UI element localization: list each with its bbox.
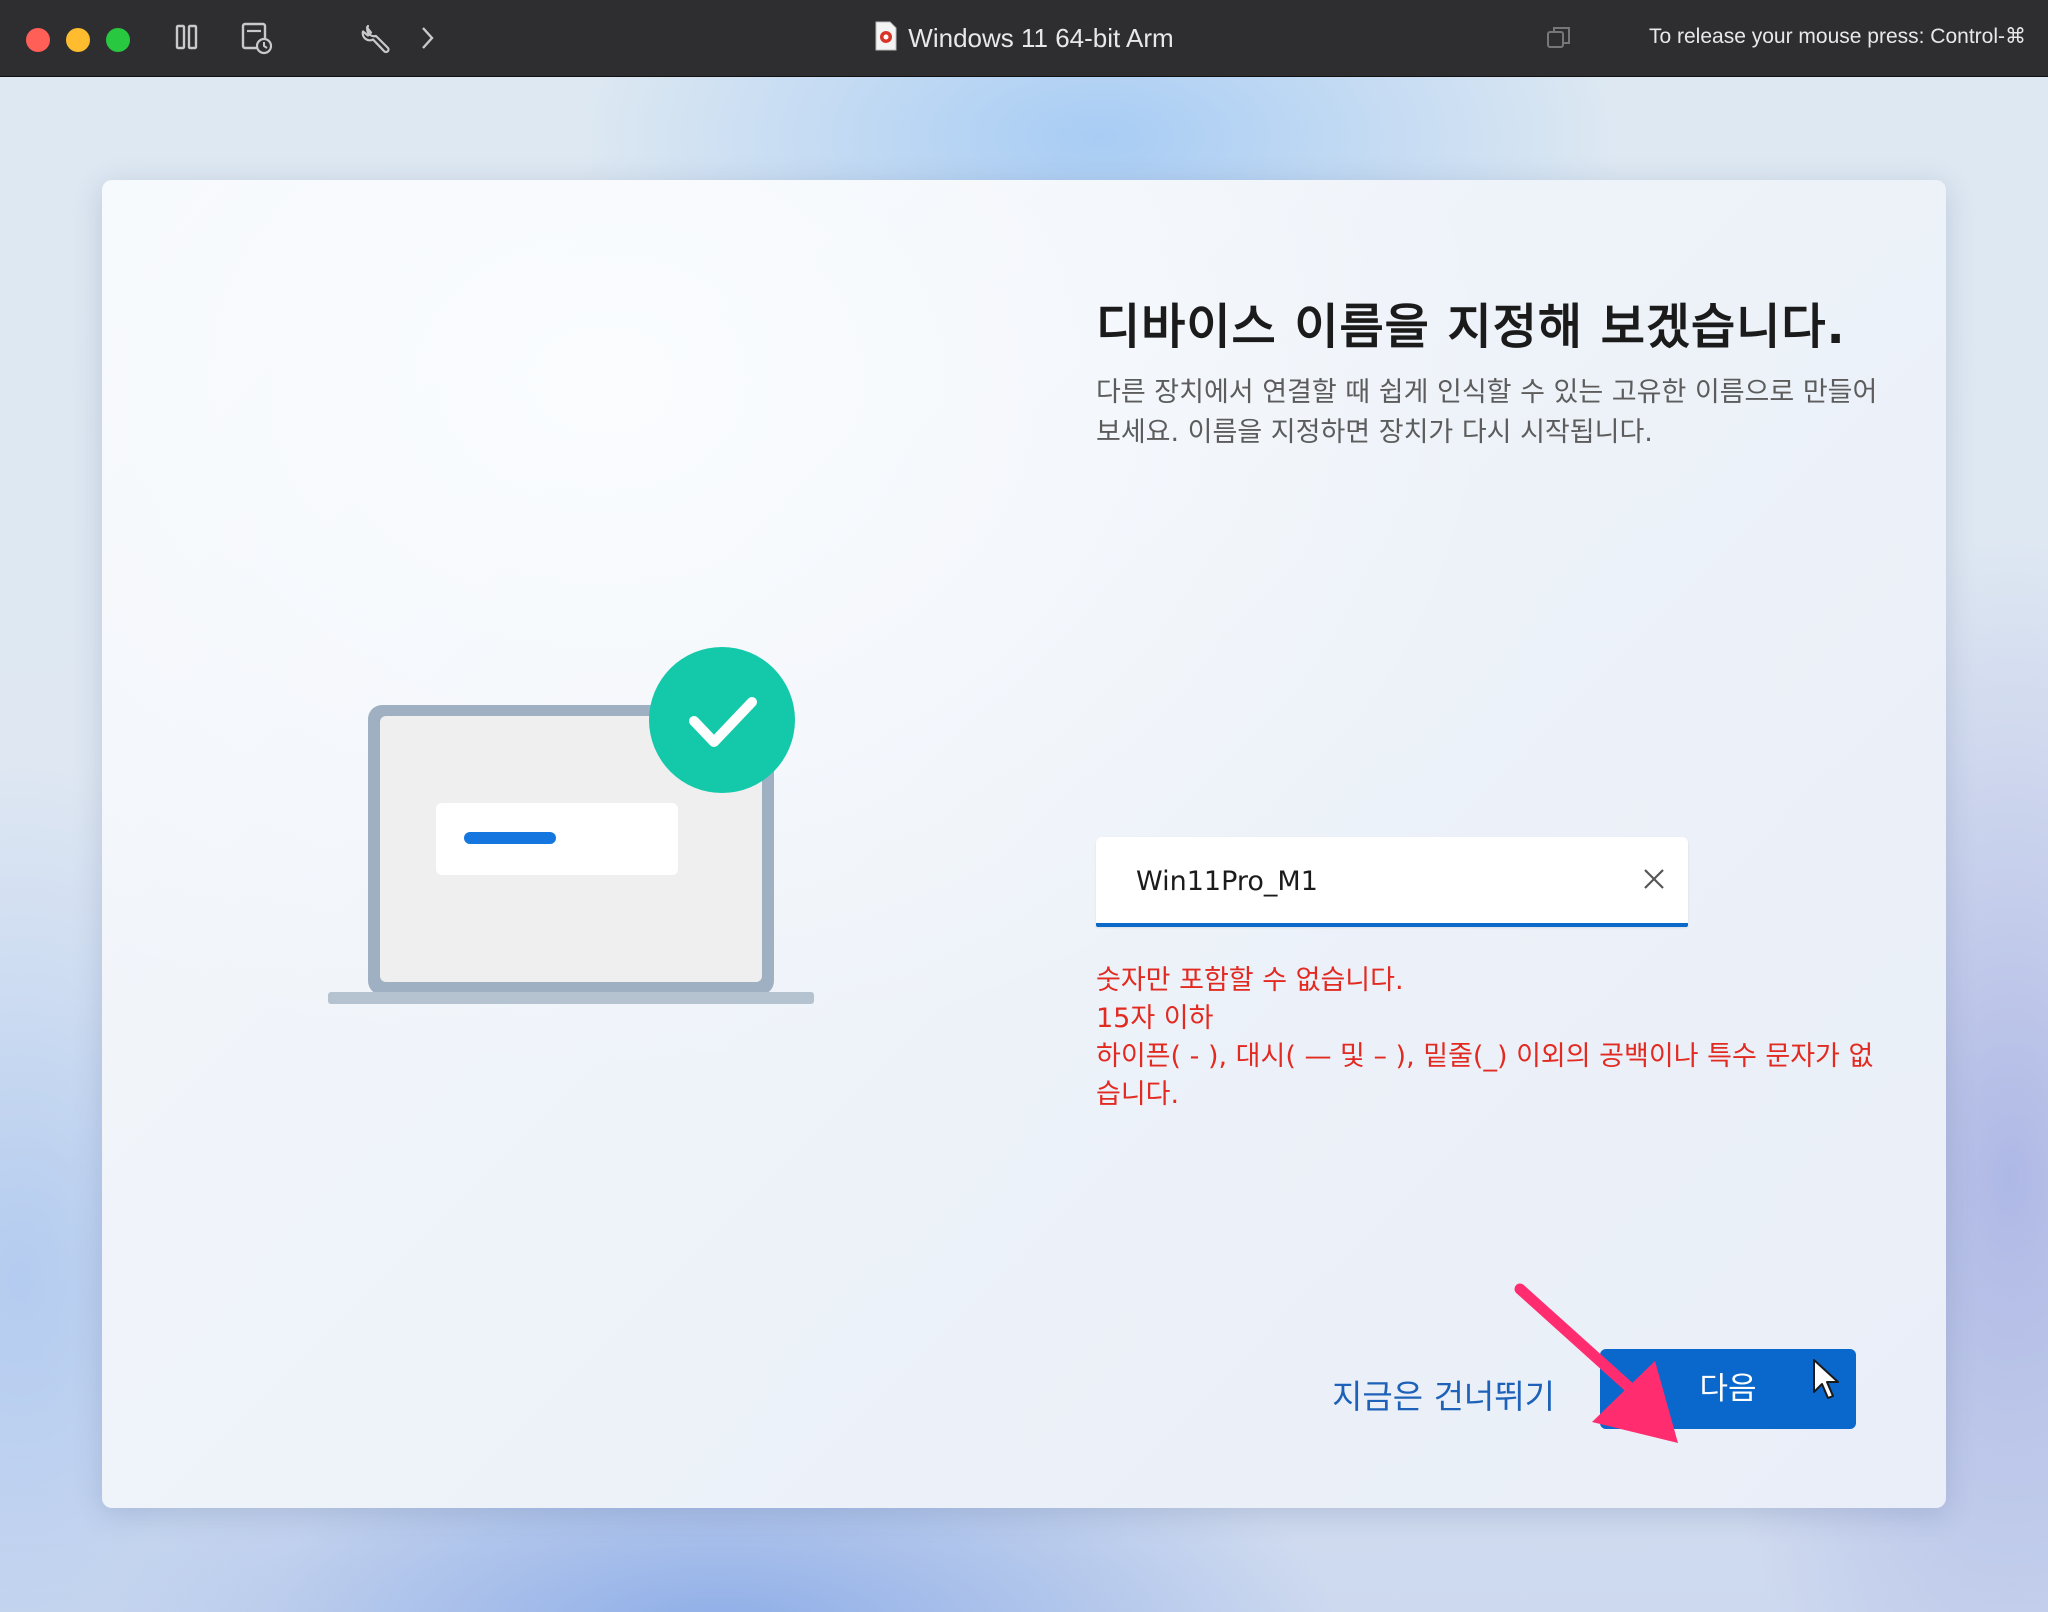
clear-input-icon[interactable] <box>1638 863 1670 895</box>
vm-desktop: 디바이스 이름을 지정해 보겠습니다. 다른 장치에서 연결할 때 쉽게 인식할… <box>0 77 2048 1612</box>
mouse-cursor-icon <box>1813 1359 1839 1399</box>
laptop-illustration <box>328 647 814 1004</box>
window-titlebar: Windows 11 64-bit Arm To release your mo… <box>0 0 2048 77</box>
page-title: 디바이스 이름을 지정해 보겠습니다. <box>1096 299 1846 355</box>
device-name-field[interactable] <box>1096 837 1688 927</box>
error-message: 숫자만 포함할 수 없습니다. <box>1096 965 1404 996</box>
device-name-input[interactable] <box>1136 861 1616 901</box>
page-description: 다른 장치에서 연결할 때 쉽게 인식할 수 있는 고유한 이름으로 만들어 보… <box>1096 377 1878 448</box>
error-message: 15자 이하 <box>1096 1003 1214 1034</box>
window-restore-icon[interactable] <box>1545 24 1573 52</box>
vm-document-icon <box>875 21 897 51</box>
validation-errors: 숫자만 포함할 수 없습니다. 15자 이하 하이픈( - ), 대시( — 및… <box>1096 962 1886 1114</box>
window-title-text: Windows 11 64-bit Arm <box>908 23 1174 53</box>
mouse-release-hint: To release your mouse press: Control-⌘ <box>1649 25 2026 48</box>
check-badge-icon <box>649 647 795 793</box>
error-message: 하이픈( - ), 대시( — 및 – ), 밑줄(_) 이외의 공백이나 특수… <box>1096 1041 1874 1110</box>
annotation-arrow-icon <box>1514 1283 1678 1443</box>
